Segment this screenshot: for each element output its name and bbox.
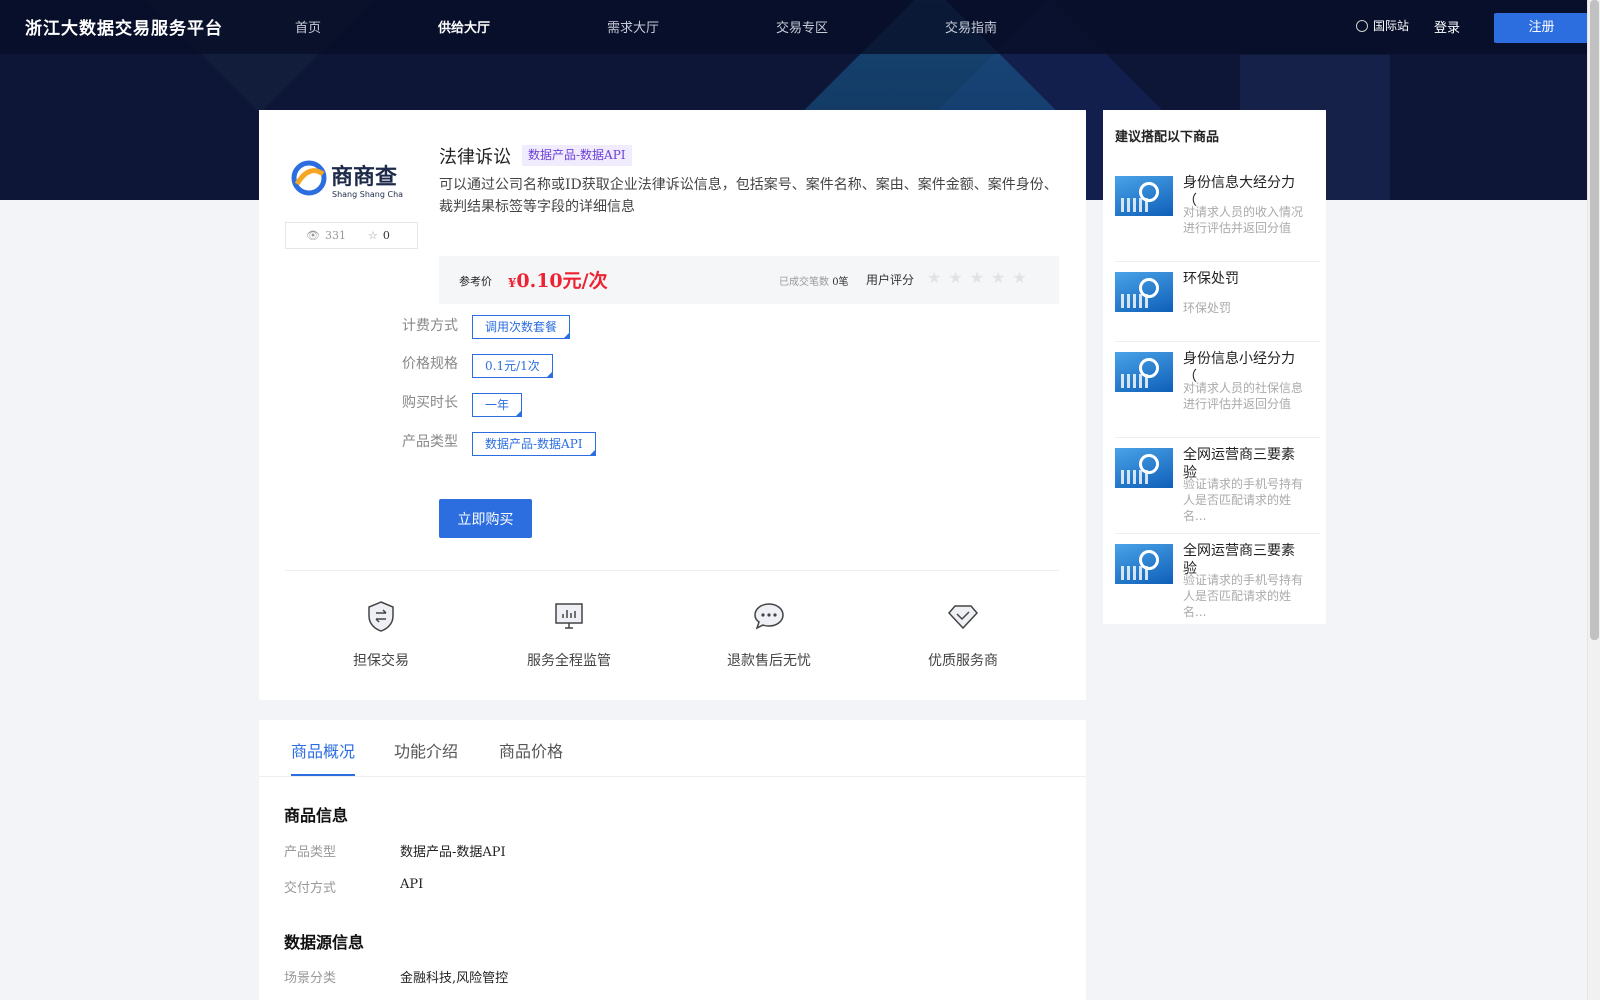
feature-label: 退款售后无忧 [727, 653, 811, 669]
feature-label: 优质服务商 [928, 653, 998, 669]
international-site-link[interactable]: 国际站 [1356, 17, 1409, 34]
section-title-data-source: 数据源信息 [284, 933, 365, 952]
section-title-product-info: 商品信息 [284, 806, 349, 825]
star-icon: ★ [969, 268, 985, 287]
star-icon: ★ [1012, 268, 1027, 287]
star-icon: ★ [991, 268, 1006, 287]
svg-text:Shang Shang Cha: Shang Shang Cha [332, 190, 403, 199]
purchase-duration-option[interactable]: 一年 [472, 393, 523, 417]
nav-trade-zone[interactable]: 交易专区 [776, 17, 828, 36]
billing-method-option[interactable]: 调用次数套餐 [472, 315, 571, 339]
star-outline-icon: ☆ [367, 229, 378, 242]
product-thumbnail [1115, 448, 1173, 488]
monitor-chart-icon [555, 603, 583, 629]
shield-exchange-icon [368, 601, 394, 632]
product-type-label: 产品类型 [402, 434, 458, 450]
globe-icon [1356, 19, 1368, 32]
product-thumbnail [1115, 176, 1173, 216]
shangshangcha-logo: 商商查 Shang Shang Cha [291, 160, 403, 199]
recommended-item-name: 身份信息大经分力（ [1183, 175, 1295, 208]
favorites-count: 0 [382, 229, 390, 242]
price-spec-option[interactable]: 0.1元/1次 [472, 354, 553, 378]
recommended-item[interactable]: 全网运营商三要素验 验证请求的手机号持有人是否匹配请求的姓名... [1115, 438, 1320, 534]
nav-home[interactable]: 首页 [295, 17, 321, 36]
recommended-item-desc: 验证请求的手机号持有人是否匹配请求的姓名... [1183, 477, 1304, 523]
recommended-item[interactable]: 身份信息小经分力（ 对请求人员的社保信息进行评估并返回分值 [1115, 342, 1320, 438]
tab-features[interactable]: 功能介绍 [394, 738, 458, 762]
buy-now-button[interactable]: 立即购买 [439, 499, 532, 538]
login-link[interactable]: 登录 [1434, 17, 1460, 36]
register-button[interactable]: 注册 [1494, 13, 1589, 43]
product-thumbnail [1115, 272, 1173, 312]
recommended-item-name: 环保处罚 [1183, 271, 1239, 287]
recommended-item-name: 身份信息小经分力（ [1183, 351, 1295, 384]
svg-text:商商查: 商商查 [331, 164, 397, 190]
feature-label: 服务全程监管 [527, 653, 611, 669]
diamond-check-icon [947, 605, 979, 630]
star-icon: ★ [927, 268, 942, 287]
stats-box: 👁 331 ☆ 0 [285, 222, 418, 249]
price-amount: 0.10元/次 [516, 270, 608, 292]
recommended-item[interactable]: 环保处罚 环保处罚 [1115, 262, 1320, 342]
info-key: 交付方式 [284, 881, 337, 896]
nav-trade-guide[interactable]: 交易指南 [945, 17, 997, 36]
info-value: API [400, 877, 424, 892]
recommended-item-desc: 验证请求的手机号持有人是否匹配请求的姓名... [1183, 573, 1304, 619]
info-value: 数据产品-数据API [400, 845, 506, 860]
recommended-item-desc: 对请求人员的收入情况进行评估并返回分值 [1183, 205, 1304, 235]
price-label: 参考价 [459, 275, 492, 288]
info-value: 金融科技,风险管控 [400, 971, 509, 986]
deals-value: 0笔 [832, 277, 849, 288]
nav-supply-hall[interactable]: 供给大厅 [438, 17, 490, 36]
recommendation-title: 建议搭配以下商品 [1115, 130, 1220, 145]
site-logo[interactable]: 浙江大数据交易服务平台 [25, 14, 223, 39]
deals-count: 已成交笔数 0笔 [779, 273, 849, 288]
feature-quality: 优质服务商 [903, 600, 1023, 670]
recommended-item-desc: 对请求人员的社保信息进行评估并返回分值 [1183, 381, 1304, 411]
product-description: 可以通过公司名称或ID获取企业法律诉讼信息，包括案号、案件名称、案由、案件金额、… [439, 177, 1058, 215]
recommended-item-name: 全网运营商三要素验 [1183, 447, 1295, 480]
details-card: 商品概况 功能介绍 商品价格 商品信息 产品类型 数据产品-数据API 交付方式… [259, 720, 1086, 1000]
top-navbar: 浙江大数据交易服务平台 首页 供给大厅 需求大厅 交易专区 交易指南 国际站 登… [0, 0, 1589, 54]
recommended-item-desc: 环保处罚 [1183, 301, 1232, 315]
views-stat: 👁 331 [306, 229, 346, 242]
star-icon: ★ [948, 268, 963, 287]
tab-divider [259, 776, 1086, 777]
recommended-item-name: 全网运营商三要素验 [1183, 543, 1295, 576]
purchase-duration-label: 购买时长 [402, 395, 458, 411]
nav-demand-hall[interactable]: 需求大厅 [607, 17, 659, 36]
views-count: 331 [324, 229, 346, 242]
product-thumbnail [1115, 544, 1173, 584]
price-spec-label: 价格规格 [402, 356, 458, 372]
product-type-tag: 数据产品-数据API [522, 145, 632, 166]
product-type-option[interactable]: 数据产品-数据API [472, 432, 596, 456]
product-title: 法律诉讼 [439, 147, 511, 168]
eye-icon: 👁 [306, 229, 320, 242]
feature-supervision: 服务全程监管 [509, 600, 629, 670]
recommended-item[interactable]: 全网运营商三要素验 验证请求的手机号持有人是否匹配请求的姓名... [1115, 534, 1320, 624]
price-bar: 参考价 ¥0.10元/次 已成交笔数 0笔 用户评分 ★ ★ ★ ★ ★ [439, 256, 1059, 304]
price-value: ¥0.10元/次 [508, 266, 608, 293]
feature-guarantee: 担保交易 [321, 600, 441, 670]
chat-bubble-icon [754, 603, 784, 630]
product-thumbnail [1115, 352, 1173, 392]
international-label: 国际站 [1373, 19, 1410, 33]
info-key: 场景分类 [284, 971, 337, 986]
info-key: 产品类型 [284, 845, 337, 860]
tab-pricing[interactable]: 商品价格 [499, 738, 563, 762]
rating-stars: ★ ★ ★ ★ ★ [927, 268, 1027, 287]
recommended-item[interactable]: 身份信息大经分力（ 对请求人员的收入情况进行评估并返回分值 [1115, 166, 1320, 262]
feature-label: 担保交易 [353, 653, 409, 669]
rating-label: 用户评分 [866, 273, 915, 287]
divider [285, 570, 1059, 571]
feature-refund: 退款售后无忧 [709, 600, 829, 670]
deals-label: 已成交笔数 [779, 277, 829, 288]
page-scrollbar[interactable] [1587, 0, 1600, 1000]
favorites-stat[interactable]: ☆ 0 [368, 229, 390, 242]
tab-overview[interactable]: 商品概况 [291, 738, 355, 762]
billing-method-label: 计费方式 [402, 318, 458, 334]
recommendation-panel: 建议搭配以下商品 身份信息大经分力（ 对请求人员的收入情况进行评估并返回分值 环… [1103, 110, 1326, 624]
scrollbar-thumb[interactable] [1590, 0, 1599, 640]
product-card: 商商查 Shang Shang Cha 👁 331 ☆ 0 法律诉讼 数据产品-数据… [259, 110, 1086, 700]
